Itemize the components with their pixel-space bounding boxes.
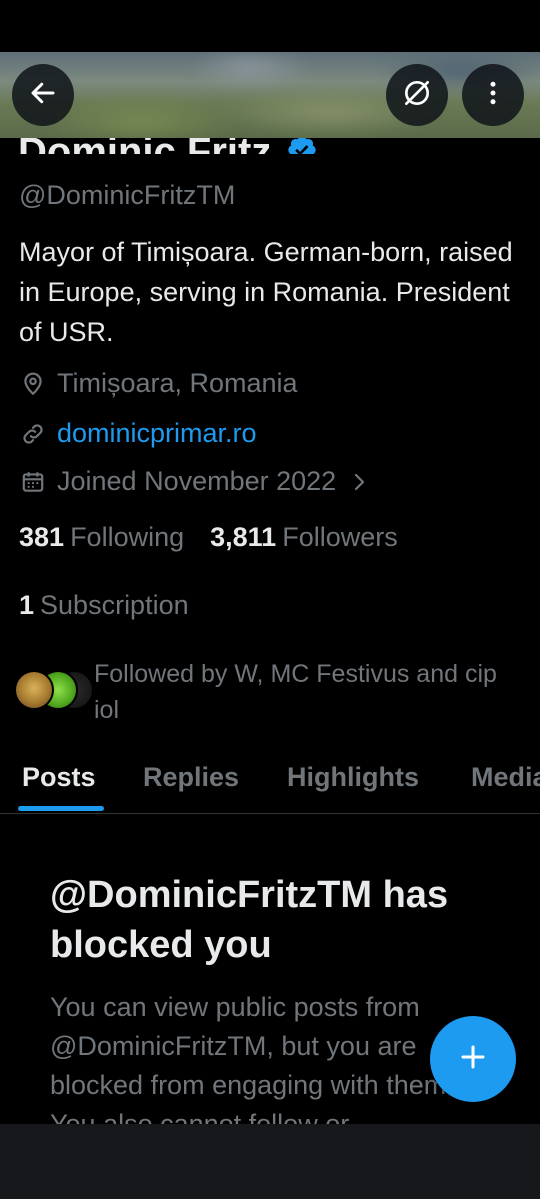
joined-text: Joined November 2022 (57, 466, 337, 496)
followers-count: 3,811 (210, 522, 277, 552)
more-options-button[interactable] (462, 64, 524, 126)
calendar-icon (19, 468, 47, 496)
chevron-right-icon (350, 470, 370, 494)
followers-label: Followers (282, 522, 398, 552)
blocked-title: @DominicFritzTM has blocked you (50, 874, 449, 966)
arrow-left-icon (28, 78, 58, 113)
location-text: Timișoara, Romania (57, 368, 298, 398)
notifications-off-icon (401, 77, 433, 114)
followers-link[interactable]: 3,811 Followers (210, 522, 398, 553)
followed-by-text: Followed by W, MC Festivus and cip iol (94, 660, 497, 724)
location-pin-icon (19, 370, 47, 398)
blocked-body: You can view public posts from @DominicF… (50, 992, 454, 1128)
location-row: Timișoara, Romania (19, 368, 298, 399)
website-row[interactable]: dominicprimar.ro (19, 418, 257, 449)
tab-replies[interactable]: Replies (143, 762, 239, 793)
website-link[interactable]: dominicprimar.ro (57, 418, 257, 449)
plus-icon (458, 1042, 488, 1077)
link-icon (19, 420, 47, 448)
subscription-label: Subscription (40, 590, 189, 620)
notifications-button[interactable] (386, 64, 448, 126)
tab-highlights[interactable]: Highlights (287, 762, 419, 793)
subscription-count: 1 (19, 590, 35, 620)
followed-by-row[interactable]: Followed by W, MC Festivus and cip iol (14, 656, 524, 728)
following-label: Following (70, 522, 185, 552)
back-button[interactable] (12, 64, 74, 126)
profile-banner (0, 52, 540, 138)
system-navigation-bar (0, 1124, 540, 1199)
following-link[interactable]: 381 Following (19, 522, 184, 553)
avatar (14, 670, 54, 710)
active-tab-indicator (18, 806, 104, 811)
status-bar (0, 0, 540, 52)
profile-tabs: Posts Replies Highlights Media (0, 752, 540, 814)
tab-posts[interactable]: Posts (22, 762, 96, 793)
more-vertical-icon (478, 78, 508, 113)
mutual-avatars (14, 670, 94, 710)
follow-stats: 381 Following 3,811 Followers (19, 522, 398, 553)
following-count: 381 (19, 522, 65, 552)
tab-media[interactable]: Media (471, 762, 540, 793)
joined-row[interactable]: Joined November 2022 (19, 466, 370, 497)
compose-post-button[interactable] (430, 1016, 516, 1102)
subscriptions-link[interactable]: 1 Subscription (19, 590, 189, 621)
profile-handle: @DominicFritzTM (19, 180, 236, 210)
profile-bio: Mayor of Timișoara. German-born, raised … (19, 237, 513, 347)
